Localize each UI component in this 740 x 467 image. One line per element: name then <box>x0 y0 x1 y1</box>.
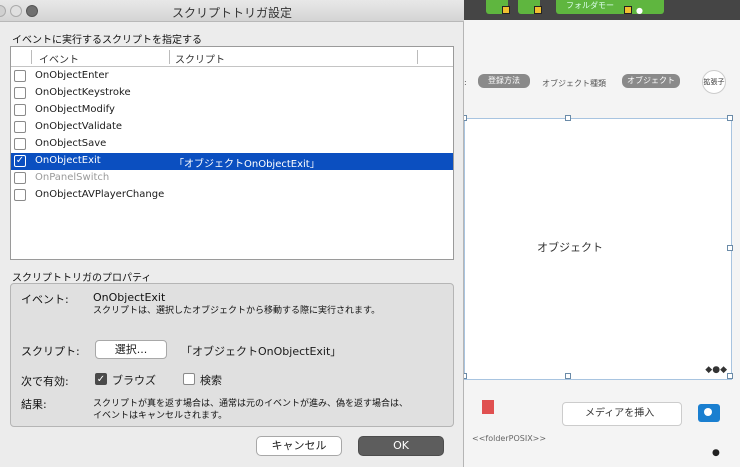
event-row-name: OnObjectSave <box>35 138 107 149</box>
properties-section-label: スクリプトトリガのプロパティ <box>12 273 152 284</box>
result-description-line-2: イベントはキャンセルされます。 <box>93 411 228 421</box>
event-list-body: OnObjectEnter OnObjectKeystroke OnObjectMo… <box>11 68 453 204</box>
folder-posix-text: <<folderPOSIX>> <box>472 434 547 443</box>
event-row-checkbox[interactable] <box>14 172 26 184</box>
event-list[interactable]: イベント スクリプト OnObjectEnter OnObjectKeystrok… <box>10 46 454 260</box>
toolbar-badge-icon <box>502 6 510 14</box>
toolbar-folder-mode-button[interactable]: フォルダモー <box>556 0 664 14</box>
event-row[interactable]: OnObjectModify <box>11 102 453 119</box>
camera-icon[interactable] <box>698 404 720 422</box>
extension-button[interactable]: 拡張子 <box>702 70 726 94</box>
event-row-name: OnObjectModify <box>35 104 115 115</box>
eye-icon: ● <box>712 448 720 458</box>
background-field-row: : 登録方法 オブジェクト種類 オブジェクト 拡張子 <box>464 70 740 96</box>
object-type-label: オブジェクト種類 <box>542 79 606 88</box>
event-row-checkbox[interactable] <box>14 70 26 82</box>
event-row-name: OnObjectKeystroke <box>35 87 131 98</box>
object-badges-icon: ◆●◆ <box>705 365 727 375</box>
bookmark-icon <box>482 400 494 414</box>
event-row-name: OnObjectEnter <box>35 70 109 81</box>
result-label: 結果: <box>21 398 47 411</box>
browse-checkbox-label: ブラウズ <box>112 374 156 387</box>
event-property-label: イベント: <box>21 293 69 306</box>
event-row[interactable]: OnObjectSave <box>11 136 453 153</box>
toolbar-badge-icon <box>534 6 542 14</box>
event-row-name: OnObjectExit <box>35 155 101 166</box>
toolbar-folder-mode-label: フォルダモー <box>566 1 614 10</box>
event-row-script: 「オブジェクトOnObjectExit」 <box>174 159 320 170</box>
resize-handle[interactable] <box>727 245 733 251</box>
event-row[interactable]: ✓ OnObjectExit 「オブジェクトOnObjectExit」 <box>11 153 453 170</box>
resize-handle[interactable] <box>565 373 571 379</box>
insert-media-button[interactable]: メディアを挿入 <box>562 402 682 426</box>
event-row-name: OnObjectValidate <box>35 121 123 132</box>
event-list-header: イベント スクリプト <box>11 47 453 67</box>
event-row-checkbox[interactable]: ✓ <box>14 155 26 167</box>
cancel-button[interactable]: キャンセル <box>256 436 342 456</box>
object-type-pill[interactable]: オブジェクト <box>622 74 680 88</box>
script-trigger-dialog: スクリプトトリガ設定 イベントに実行するスクリプトを指定する イベント スクリプ… <box>0 0 464 467</box>
event-property-value: OnObjectExit <box>93 291 166 304</box>
enabled-in-label: 次で有効: <box>21 375 69 388</box>
properties-panel: イベント: OnObjectExit スクリプトは、選択したオブジェクトから移動… <box>10 283 454 427</box>
resize-handle[interactable] <box>727 115 733 121</box>
event-row[interactable]: OnPanelSwitch <box>11 170 453 187</box>
resize-handle[interactable] <box>727 373 733 379</box>
event-row-checkbox[interactable] <box>14 104 26 116</box>
object-label: オブジェクト <box>537 241 603 254</box>
event-row[interactable]: OnObjectKeystroke <box>11 85 453 102</box>
toolbar-badge-icon <box>624 6 632 14</box>
dialog-titlebar: スクリプトトリガ設定 <box>0 0 464 22</box>
column-header-event[interactable]: イベント <box>39 51 79 66</box>
event-list-section-label: イベントに実行するスクリプトを指定する <box>12 35 202 46</box>
column-separator <box>417 50 418 64</box>
event-row-checkbox[interactable] <box>14 138 26 150</box>
column-header-script[interactable]: スクリプト <box>175 51 225 66</box>
resize-handle[interactable] <box>565 115 571 121</box>
event-description: スクリプトは、選択したオブジェクトから移動する際に実行されます。 <box>93 306 381 316</box>
event-row-checkbox[interactable] <box>14 121 26 133</box>
find-checkbox-label: 検索 <box>200 374 222 387</box>
result-description-line-1: スクリプトが真を返す場合は、通常は元のイベントが進み、偽を返す場合は、 <box>93 399 409 409</box>
find-checkbox[interactable] <box>183 373 195 385</box>
column-separator <box>169 50 170 64</box>
ok-button[interactable]: OK <box>358 436 444 456</box>
event-row[interactable]: OnObjectValidate <box>11 119 453 136</box>
browse-checkbox[interactable]: ✓ <box>95 373 107 385</box>
registration-method-pill[interactable]: 登録方法 <box>478 74 530 88</box>
background-layout: フォルダモー ● : 登録方法 オブジェクト種類 オブジェクト 拡張子 オブジェ… <box>461 0 740 467</box>
script-property-value: 「オブジェクトOnObjectExit」 <box>181 345 342 358</box>
script-property-label: スクリプト: <box>21 345 80 358</box>
eye-icon: ● <box>636 6 643 15</box>
dialog-title: スクリプトトリガ設定 <box>171 6 292 20</box>
object-container[interactable]: オブジェクト ◆●◆ <box>461 115 733 380</box>
event-row-checkbox[interactable] <box>14 87 26 99</box>
event-row[interactable]: OnObjectAVPlayerChange <box>11 187 453 204</box>
event-row-checkbox[interactable] <box>14 189 26 201</box>
field-colon: : <box>464 78 467 87</box>
column-separator <box>31 50 32 64</box>
background-toolbar: フォルダモー ● <box>464 0 740 20</box>
select-script-button[interactable]: 選択... <box>95 340 167 359</box>
event-row[interactable]: OnObjectEnter <box>11 68 453 85</box>
event-row-name: OnObjectAVPlayerChange <box>35 189 165 200</box>
event-row-name: OnPanelSwitch <box>35 172 110 183</box>
